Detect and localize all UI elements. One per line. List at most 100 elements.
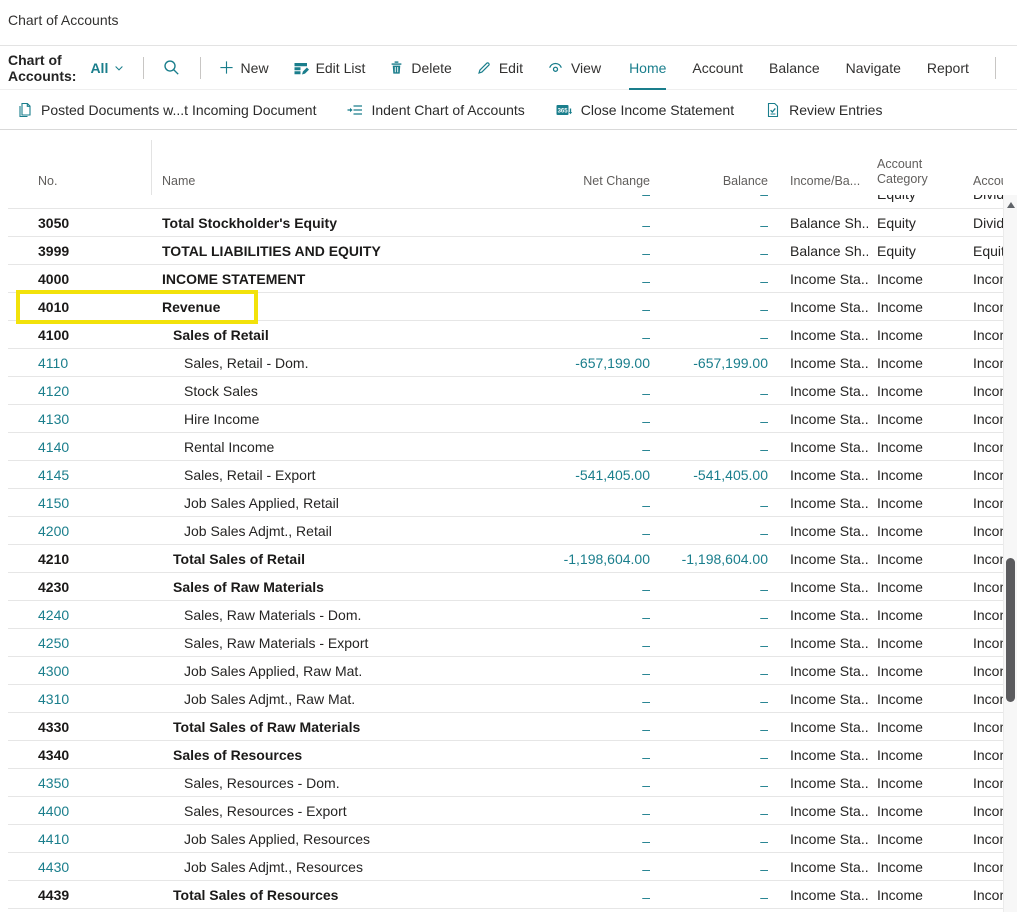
cell-balance[interactable]: – <box>650 215 768 231</box>
table-row[interactable]: 4110 Sales, Retail - Dom. -657,199.00 -6… <box>8 349 1003 377</box>
cell-balance[interactable]: – <box>650 635 768 651</box>
cell-no[interactable]: 4120 <box>8 383 152 399</box>
cell-balance[interactable]: – <box>650 299 768 315</box>
cell-no[interactable]: 4110 <box>8 355 152 371</box>
table-row[interactable]: 3999 TOTAL LIABILITIES AND EQUITY – – Ba… <box>8 237 1003 265</box>
table-row[interactable]: 4140 Rental Income – – Income Sta... Inc… <box>8 433 1003 461</box>
cell-balance[interactable]: – <box>650 383 768 399</box>
cell-net-change[interactable]: – <box>490 579 650 595</box>
cell-balance[interactable]: – <box>650 439 768 455</box>
table-row[interactable]: 4130 Hire Income – – Income Sta... Incom… <box>8 405 1003 433</box>
cell-net-change[interactable]: – <box>490 747 650 763</box>
table-row[interactable]: 4410 Job Sales Applied, Resources – – In… <box>8 825 1003 853</box>
cell-net-change[interactable]: – <box>490 635 650 651</box>
view-button[interactable]: View <box>547 59 601 76</box>
cell-balance[interactable]: -657,199.00 <box>650 355 768 371</box>
cell-no[interactable]: 4145 <box>8 467 152 483</box>
cell-net-change[interactable]: – <box>490 327 650 343</box>
table-row[interactable]: 4145 Sales, Retail - Export -541,405.00 … <box>8 461 1003 489</box>
cell-balance[interactable]: – <box>650 691 768 707</box>
cell-net-change[interactable]: -541,405.00 <box>490 467 650 483</box>
menu-balance[interactable]: Balance <box>769 45 820 90</box>
cell-balance[interactable]: – <box>650 523 768 539</box>
table-row[interactable]: 4230 Sales of Raw Materials – – Income S… <box>8 573 1003 601</box>
menu-home[interactable]: Home <box>629 45 666 90</box>
cell-no[interactable]: 4310 <box>8 691 152 707</box>
cell-balance[interactable]: – <box>650 775 768 791</box>
table-row[interactable]: 3050 Total Stockholder's Equity – – Bala… <box>8 209 1003 237</box>
cell-no[interactable]: 4400 <box>8 803 152 819</box>
cell-no[interactable]: 4200 <box>8 523 152 539</box>
search-button[interactable] <box>163 59 180 76</box>
table-row[interactable]: 4250 Sales, Raw Materials - Export – – I… <box>8 629 1003 657</box>
column-header-account-subcategory[interactable]: Account S <box>960 140 1003 195</box>
cell-balance[interactable]: – <box>650 859 768 875</box>
cell-net-change[interactable]: – <box>490 271 650 287</box>
cell-net-change[interactable]: – <box>490 299 650 315</box>
cell-net-change[interactable]: – <box>490 663 650 679</box>
table-row[interactable]: 4350 Sales, Resources - Dom. – – Income … <box>8 769 1003 797</box>
table-row[interactable]: 4400 Sales, Resources - Export – – Incom… <box>8 797 1003 825</box>
table-row[interactable]: 4120 Stock Sales – – Income Sta... Incom… <box>8 377 1003 405</box>
cell-net-change[interactable]: – <box>490 439 650 455</box>
cell-no[interactable]: 4240 <box>8 607 152 623</box>
table-row[interactable]: 4310 Job Sales Adjmt., Raw Mat. – – Inco… <box>8 685 1003 713</box>
menu-report[interactable]: Report <box>927 45 969 90</box>
cell-net-change[interactable]: – <box>490 495 650 511</box>
cell-balance[interactable]: – <box>650 495 768 511</box>
cell-net-change[interactable]: – <box>490 887 650 903</box>
column-header-no[interactable]: No. <box>8 140 152 195</box>
vertical-scrollbar[interactable] <box>1003 195 1017 912</box>
column-header-balance[interactable]: Balance <box>650 140 768 195</box>
cell-balance[interactable]: – <box>650 831 768 847</box>
cell-balance[interactable]: – <box>650 271 768 287</box>
cell-balance[interactable]: – <box>650 411 768 427</box>
cell-net-change[interactable]: – <box>490 215 650 231</box>
new-button[interactable]: New <box>219 60 269 76</box>
cell-balance[interactable]: – <box>650 747 768 763</box>
menu-navigate[interactable]: Navigate <box>846 45 901 90</box>
cell-net-change[interactable]: – <box>490 859 650 875</box>
column-header-income-balance[interactable]: Income/Ba... <box>768 140 868 195</box>
cell-balance[interactable]: – <box>650 607 768 623</box>
table-row[interactable]: 4340 Sales of Resources – – Income Sta..… <box>8 741 1003 769</box>
cell-net-change[interactable]: – <box>490 775 650 791</box>
edit-list-button[interactable]: Edit List <box>293 60 366 76</box>
table-row[interactable]: 4200 Job Sales Adjmt., Retail – – Income… <box>8 517 1003 545</box>
cell-no[interactable]: 4410 <box>8 831 152 847</box>
cell-net-change[interactable]: – <box>490 719 650 735</box>
table-row[interactable]: 4150 Job Sales Applied, Retail – – Incom… <box>8 489 1003 517</box>
column-header-net-change[interactable]: Net Change <box>490 140 650 195</box>
column-header-account-category[interactable]: Account Category <box>868 140 960 195</box>
cell-net-change[interactable]: -657,199.00 <box>490 355 650 371</box>
indent-chart-button[interactable]: Indent Chart of Accounts <box>347 102 524 118</box>
cell-no[interactable]: 4130 <box>8 411 152 427</box>
cell-net-change[interactable]: – <box>490 383 650 399</box>
cell-balance[interactable]: – <box>650 719 768 735</box>
menu-account[interactable]: Account <box>692 45 743 90</box>
column-header-name[interactable]: Name <box>152 140 490 195</box>
cell-balance[interactable]: – <box>650 327 768 343</box>
cell-net-change[interactable]: – <box>490 831 650 847</box>
scrollbar-thumb[interactable] <box>1006 558 1015 702</box>
close-income-statement-button[interactable]: 365 Close Income Statement <box>556 102 734 118</box>
cell-balance[interactable]: – <box>650 803 768 819</box>
delete-button[interactable]: Delete <box>389 60 451 76</box>
cell-no[interactable]: 4150 <box>8 495 152 511</box>
cell-net-change[interactable]: – <box>490 243 650 259</box>
cell-net-change[interactable]: – <box>490 691 650 707</box>
cell-no[interactable]: 4250 <box>8 635 152 651</box>
cell-net-change[interactable]: – <box>490 607 650 623</box>
cell-net-change[interactable]: – <box>490 523 650 539</box>
cell-balance[interactable]: -541,405.00 <box>650 467 768 483</box>
view-filter-dropdown[interactable]: All <box>90 60 125 76</box>
cell-no[interactable]: 4140 <box>8 439 152 455</box>
cell-no[interactable]: 4300 <box>8 663 152 679</box>
cell-balance[interactable]: – <box>650 663 768 679</box>
cell-no[interactable]: 4350 <box>8 775 152 791</box>
edit-button[interactable]: Edit <box>476 60 523 76</box>
cell-net-change[interactable]: – <box>490 803 650 819</box>
posted-documents-button[interactable]: Posted Documents w...t Incoming Document <box>17 102 316 118</box>
table-row[interactable]: 4100 Sales of Retail – – Income Sta... I… <box>8 321 1003 349</box>
table-row[interactable]: 4330 Total Sales of Raw Materials – – In… <box>8 713 1003 741</box>
